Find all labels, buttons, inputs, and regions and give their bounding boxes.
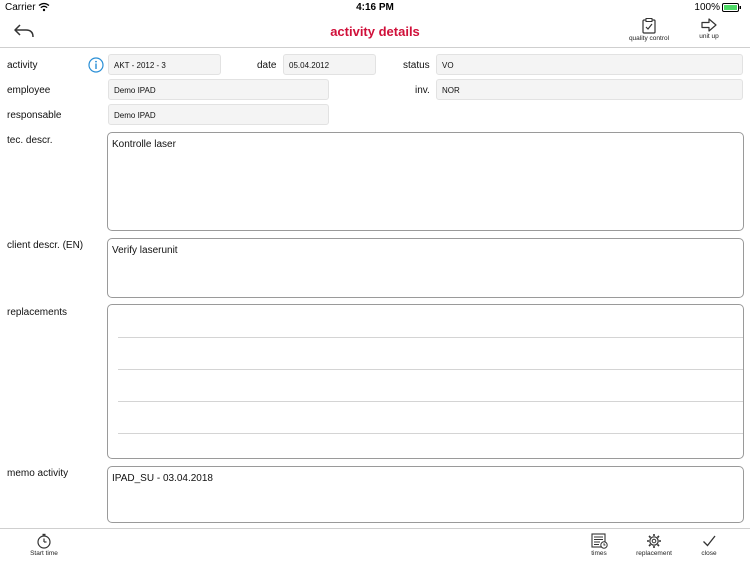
memo-activity-label: memo activity (7, 468, 69, 479)
info-icon[interactable] (88, 57, 104, 73)
unit-up-label: unit up (699, 33, 719, 40)
date-label: date (257, 60, 277, 71)
replacement-row-divider (118, 401, 743, 402)
battery-percent: 100% (694, 2, 720, 13)
close-label: close (701, 550, 717, 557)
activity-field[interactable]: AKT - 2012 - 3 (108, 54, 221, 75)
nav-bar: activity details quality control unit up (0, 16, 750, 48)
close-button[interactable]: close (694, 533, 724, 557)
times-label: times (591, 550, 607, 557)
employee-label: employee (7, 85, 51, 96)
bottom-toolbar: Start time times replacement close (0, 528, 750, 562)
start-time-label: Start time (30, 550, 58, 557)
quality-control-label: quality control (628, 35, 670, 42)
date-field[interactable]: 05.04.2012 (283, 54, 376, 75)
start-time-button[interactable]: Start time (22, 533, 66, 557)
replacement-row-divider (118, 337, 743, 338)
responsable-label: responsable (7, 110, 62, 121)
client-descr-textarea[interactable]: Verify laserunit (107, 238, 744, 298)
inv-field[interactable]: NOR (436, 79, 743, 100)
clipboard-check-icon (642, 18, 656, 34)
replacement-button[interactable]: replacement (630, 533, 678, 557)
tec-descr-textarea[interactable]: Kontrolle laser (107, 132, 744, 231)
activity-label: activity (7, 60, 38, 71)
checkmark-icon (703, 535, 716, 547)
arrow-right-icon (701, 18, 717, 32)
list-clock-icon (590, 533, 608, 549)
battery-icon (722, 3, 741, 12)
replacement-row-divider (118, 433, 743, 434)
replacements-label: replacements (7, 307, 68, 318)
replacement-row-divider (118, 369, 743, 370)
status-field[interactable]: VO (436, 54, 743, 75)
times-button[interactable]: times (584, 533, 614, 557)
responsable-field[interactable]: Demo IPAD (108, 104, 329, 125)
gear-icon (647, 534, 661, 548)
status-bar: Carrier 4:16 PM 100% (0, 0, 750, 16)
clock: 4:16 PM (356, 2, 394, 13)
tec-descr-label: tec. descr. (7, 135, 53, 146)
stopwatch-icon (37, 533, 51, 549)
client-descr-label: client descr. (EN) (7, 240, 84, 251)
unit-up-button[interactable]: unit up (688, 18, 730, 40)
replacements-list[interactable] (107, 304, 744, 459)
replacement-label: replacement (636, 550, 672, 557)
quality-control-button[interactable]: quality control (620, 18, 678, 42)
status-label: status (403, 60, 430, 71)
memo-activity-textarea[interactable]: IPAD_SU - 03.04.2018 (107, 466, 744, 523)
employee-field[interactable]: Demo IPAD (108, 79, 329, 100)
inv-label: inv. (415, 85, 430, 96)
